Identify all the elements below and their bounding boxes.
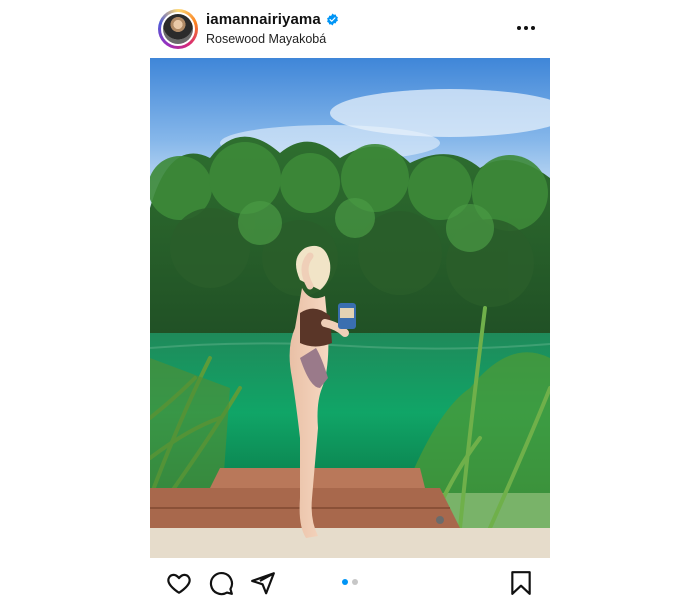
- bookmark-icon: [511, 571, 531, 595]
- comment-icon: [209, 572, 234, 596]
- username-row: iamannairiyama: [206, 11, 339, 28]
- paper-plane-icon: [251, 572, 275, 595]
- instagram-post: iamannairiyama Rosewood Mayakobá: [150, 0, 550, 600]
- carousel-dot-1[interactable]: [342, 579, 348, 585]
- comment-button[interactable]: [208, 570, 234, 596]
- heart-icon: [167, 573, 191, 594]
- story-ring[interactable]: [158, 9, 198, 49]
- more-horizontal-icon: [517, 26, 535, 30]
- avatar-image: [163, 14, 193, 44]
- more-options-button[interactable]: [514, 18, 538, 38]
- username[interactable]: iamannairiyama: [206, 11, 321, 28]
- like-button[interactable]: [166, 570, 192, 596]
- verified-badge-icon: [326, 13, 338, 26]
- post-header: iamannairiyama Rosewood Mayakobá: [150, 0, 550, 58]
- carousel-indicator: [342, 579, 358, 585]
- photo-illustration: [150, 58, 550, 558]
- carousel-dot-2[interactable]: [352, 579, 358, 585]
- avatar[interactable]: [161, 12, 195, 46]
- share-button[interactable]: [250, 570, 276, 596]
- post-photo[interactable]: [150, 58, 550, 558]
- post-actions: [150, 558, 550, 600]
- save-button[interactable]: [508, 570, 534, 596]
- location-link[interactable]: Rosewood Mayakobá: [206, 32, 326, 46]
